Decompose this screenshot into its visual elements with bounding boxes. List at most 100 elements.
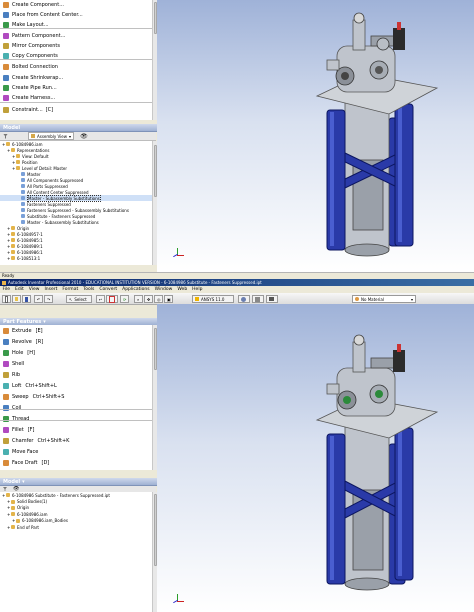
- feature-item[interactable]: Face Draft [D]: [0, 458, 152, 468]
- chevron-down-icon: ▾: [69, 133, 72, 139]
- shadow-button[interactable]: [252, 295, 264, 303]
- graphics-viewport-bottom[interactable]: [157, 304, 474, 612]
- menu-view[interactable]: View: [26, 287, 42, 292]
- expand-toggle-icon[interactable]: +: [7, 148, 10, 153]
- assembly-tool-item[interactable]: Create Component...: [0, 0, 152, 10]
- menu-tools[interactable]: Tools: [81, 287, 97, 292]
- assembly-tool-item[interactable]: Constraint... [C]: [0, 105, 152, 115]
- tree-item-label: 6-1084957-1: [17, 231, 43, 237]
- expand-toggle-icon[interactable]: +: [2, 142, 5, 147]
- expand-toggle-icon[interactable]: +: [12, 154, 15, 159]
- open-button[interactable]: [12, 295, 21, 303]
- sketch-button[interactable]: [106, 295, 118, 303]
- menu-format[interactable]: Format: [60, 287, 81, 292]
- title-bar[interactable]: Autodesk Inventor Professional 2010 - ED…: [0, 279, 474, 286]
- assembly-tool-item[interactable]: Create Pipe Run...: [0, 83, 152, 93]
- menu-window[interactable]: Window: [152, 287, 175, 292]
- filter-icon[interactable]: [3, 133, 8, 139]
- feature-item[interactable]: Extrude [E]: [0, 326, 152, 336]
- view-cube-axis-icon[interactable]: [171, 594, 185, 608]
- menu-applications[interactable]: Applications: [120, 287, 153, 292]
- undo-button[interactable]: ↶: [34, 295, 43, 303]
- pipe-icon: [3, 85, 9, 91]
- expand-toggle-icon[interactable]: +: [12, 166, 15, 171]
- browser-mode-dropdown[interactable]: Assembly View ▾: [28, 132, 75, 140]
- expand-toggle-icon[interactable]: +: [7, 525, 10, 530]
- ansys-button[interactable]: ANSYS 11.0: [192, 295, 234, 303]
- tree-node-icon: [11, 226, 15, 230]
- menu-edit[interactable]: Edit: [13, 287, 27, 292]
- expand-toggle-icon[interactable]: +: [12, 160, 15, 165]
- assembly-tool-item[interactable]: Bolted Connection: [0, 62, 152, 72]
- pan-button[interactable]: ✥: [144, 295, 153, 303]
- expand-toggle-icon[interactable]: +: [7, 238, 10, 243]
- expand-toggle-icon[interactable]: +: [7, 250, 10, 255]
- status-text: Ready: [2, 273, 15, 278]
- view-cube-axis-icon[interactable]: [171, 248, 185, 262]
- model-browser-header-bottom[interactable]: Model ▾: [0, 478, 159, 486]
- look-at-button[interactable]: ▣: [164, 295, 173, 303]
- assembly-tool-item[interactable]: Pattern Component...: [0, 31, 152, 41]
- menu-convert[interactable]: Convert: [97, 287, 120, 292]
- tree-node-icon: [16, 166, 20, 170]
- move-face-icon: [3, 449, 9, 455]
- feature-item[interactable]: Thread: [0, 414, 152, 424]
- chamfer-icon: [3, 438, 9, 444]
- save-button[interactable]: [22, 295, 31, 303]
- expand-toggle-icon[interactable]: +: [7, 505, 10, 510]
- substitute-part-model: [315, 334, 439, 591]
- new-button[interactable]: [2, 295, 11, 303]
- assembly-tool-item[interactable]: Create Shrinkwrap...: [0, 73, 152, 83]
- feature-item[interactable]: Chamfer Ctrl+Shift+K: [0, 436, 152, 446]
- shadow-icon: [255, 296, 260, 302]
- camera-button[interactable]: [266, 295, 278, 303]
- feature-item[interactable]: Coil: [0, 403, 152, 413]
- expand-toggle-icon[interactable]: +: [7, 256, 10, 261]
- expand-toggle-icon[interactable]: +: [2, 493, 5, 498]
- assembly-tool-item[interactable]: Place from Content Center...: [0, 10, 152, 20]
- mirror-icon: [3, 43, 9, 49]
- graphics-viewport-top[interactable]: [157, 0, 474, 272]
- expand-toggle-icon[interactable]: +: [7, 226, 10, 231]
- filter-icon[interactable]: [3, 487, 7, 491]
- feature-item[interactable]: Sweep Ctrl+Shift+S: [0, 392, 152, 402]
- tree-item[interactable]: + End of Part: [0, 524, 152, 530]
- zoom-button[interactable]: ⌕: [134, 295, 143, 303]
- tree-item[interactable]: +6-108513:1: [0, 255, 152, 261]
- extrude-icon: [3, 328, 9, 334]
- expand-toggle-icon[interactable]: +: [12, 518, 15, 523]
- feature-item[interactable]: Hole [H]: [0, 348, 152, 358]
- shaded-icon: [241, 296, 246, 302]
- feature-item[interactable]: Revolve [R]: [0, 337, 152, 347]
- feature-item[interactable]: Fillet [F]: [0, 425, 152, 435]
- find-icon[interactable]: 👁: [80, 133, 88, 140]
- select-dropdown[interactable]: ↖ Select: [66, 295, 92, 303]
- menu-file[interactable]: File: [0, 287, 13, 292]
- expand-toggle-icon[interactable]: +: [7, 499, 10, 504]
- tree-item-label: 6-1084986.iam: [12, 141, 43, 147]
- return-button[interactable]: ↩: [96, 295, 105, 303]
- redo-button[interactable]: ↷: [44, 295, 53, 303]
- expand-toggle-icon[interactable]: +: [7, 512, 10, 517]
- orbit-button[interactable]: ◎: [154, 295, 163, 303]
- menu-insert[interactable]: Insert: [42, 287, 60, 292]
- feature-item[interactable]: Move Face: [0, 447, 152, 457]
- feature-item[interactable]: Loft Ctrl+Shift+L: [0, 381, 152, 391]
- menu-web[interactable]: Web: [175, 287, 190, 292]
- feature-item[interactable]: Rib: [0, 370, 152, 380]
- feature-item[interactable]: Shell: [0, 359, 152, 369]
- menu-help[interactable]: Help: [190, 287, 205, 292]
- assembly-tool-item[interactable]: Mirror Components: [0, 41, 152, 51]
- feature-label: Sweep: [12, 394, 29, 400]
- material-dropdown[interactable]: No Material ▾: [352, 295, 416, 303]
- tree-node-icon: [16, 160, 20, 164]
- tree-item-label: Representations: [17, 147, 50, 153]
- tree-node-icon: [16, 518, 20, 523]
- hole-icon: [3, 350, 9, 356]
- update-button[interactable]: ⟳: [120, 295, 129, 303]
- display-style-button[interactable]: [238, 295, 250, 303]
- model-browser-header[interactable]: Model: [0, 124, 159, 132]
- expand-toggle-icon[interactable]: +: [7, 232, 10, 237]
- expand-toggle-icon[interactable]: +: [7, 244, 10, 249]
- tree-node-icon: [11, 244, 15, 248]
